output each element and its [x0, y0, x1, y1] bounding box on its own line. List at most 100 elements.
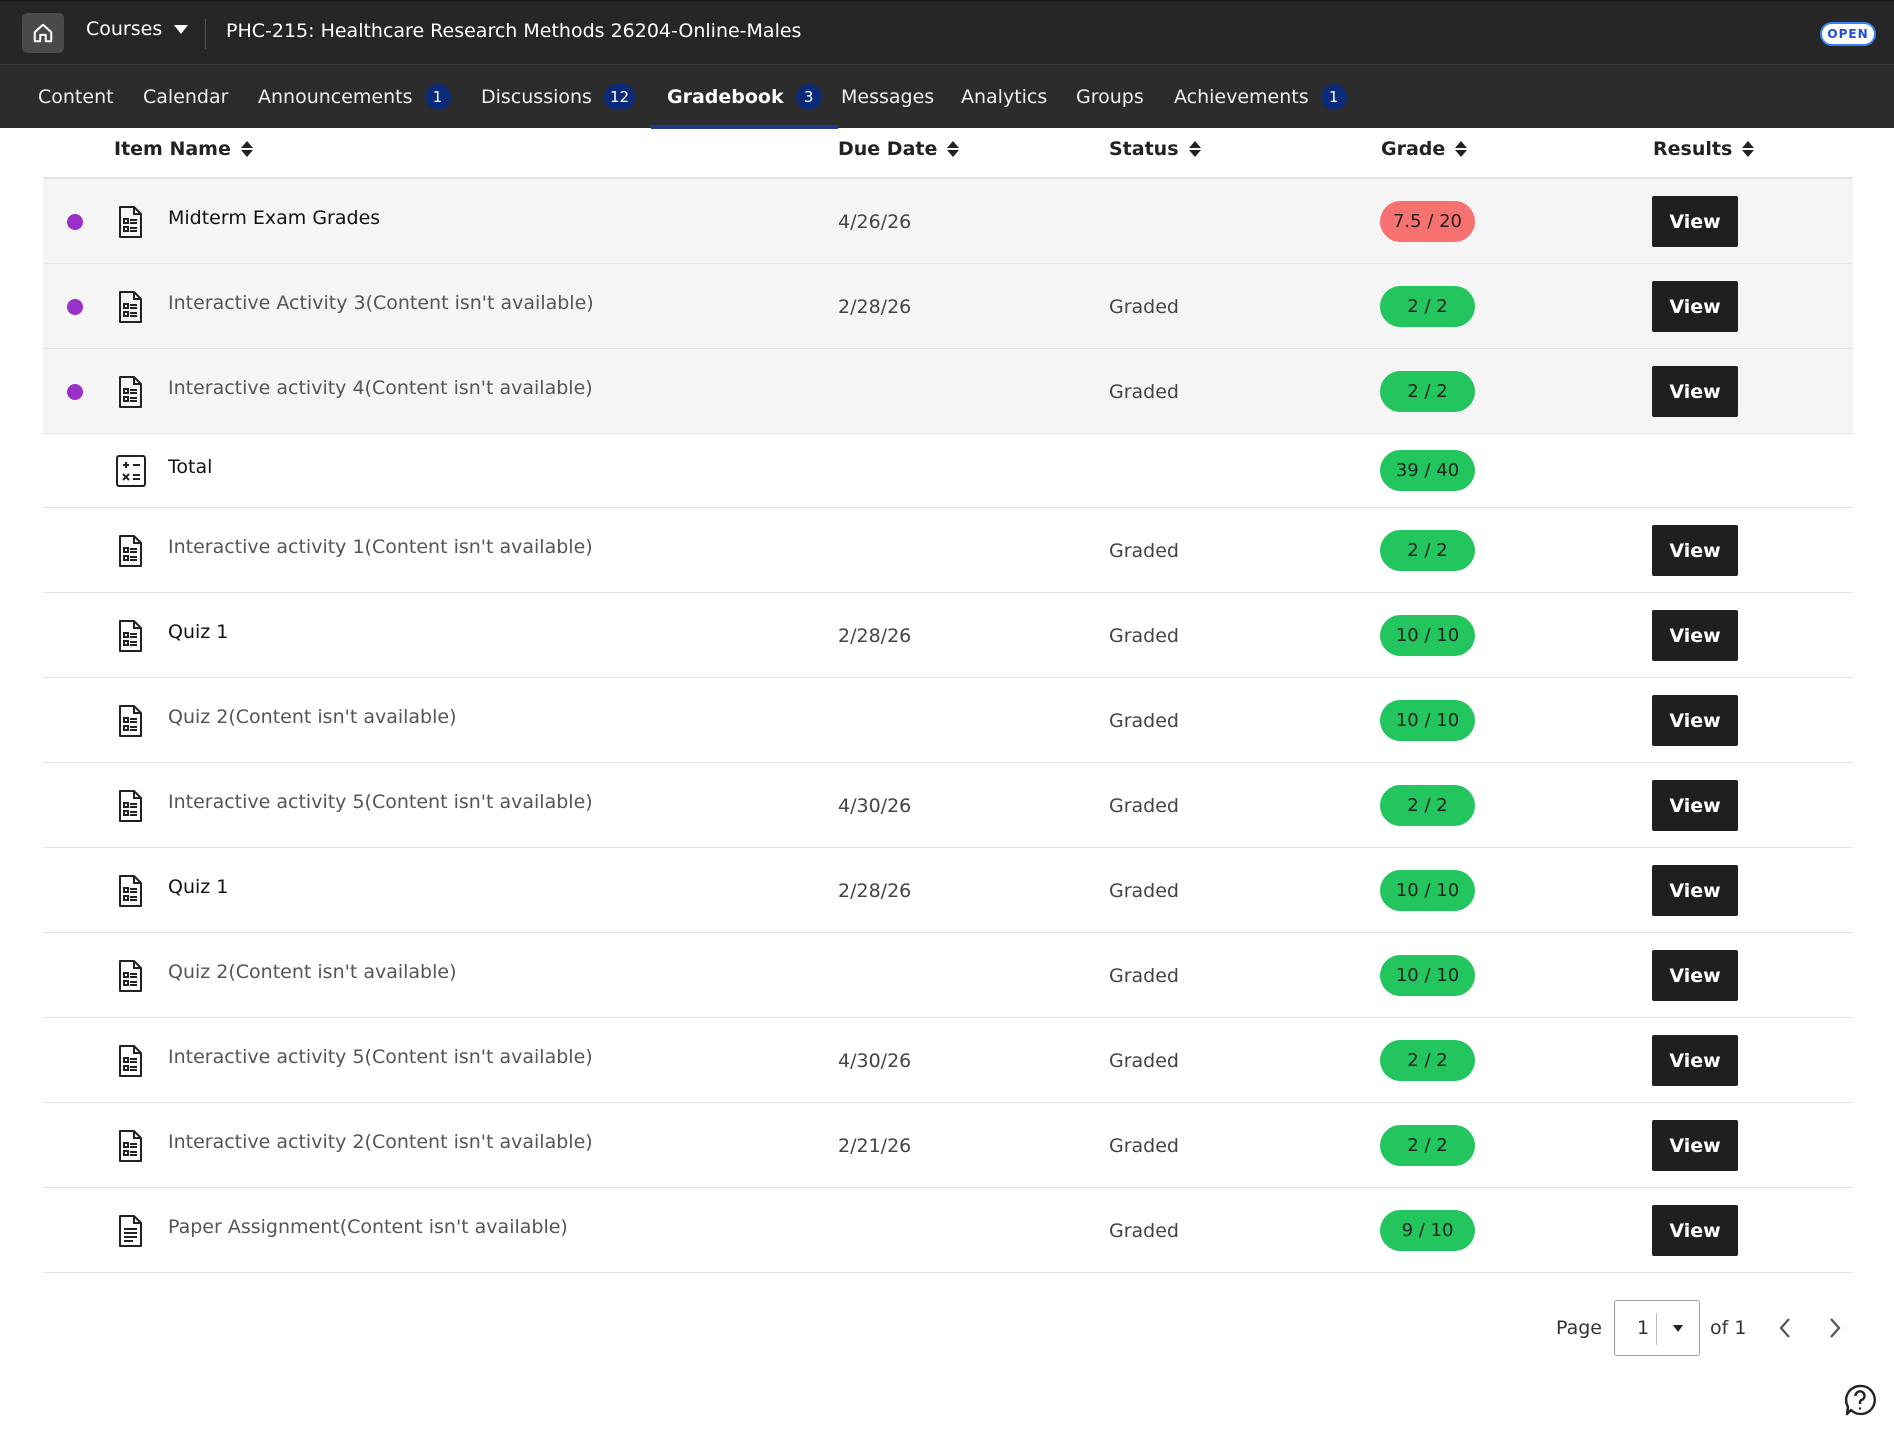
status-text: Graded	[1109, 381, 1179, 403]
view-button[interactable]: View	[1652, 780, 1738, 831]
chevron-down-icon	[1673, 1325, 1683, 1332]
courses-label: Courses	[86, 18, 163, 40]
tab-analytics[interactable]: Analytics	[961, 65, 1047, 129]
item-name[interactable]: Interactive activity 2(Content isn't ava…	[168, 1131, 593, 1153]
status-text: Graded	[1109, 710, 1179, 732]
next-page-button[interactable]	[1820, 1310, 1850, 1346]
page-count: of 1	[1710, 1317, 1747, 1339]
page-select[interactable]: 1	[1614, 1300, 1700, 1356]
chevron-left-icon	[1779, 1318, 1791, 1338]
status-text: Graded	[1109, 1135, 1179, 1157]
view-button[interactable]: View	[1652, 610, 1738, 661]
tab-label: Achievements	[1174, 86, 1309, 108]
tab-label: Gradebook	[667, 86, 784, 108]
item-name[interactable]: Midterm Exam Grades	[168, 207, 380, 229]
tab-label: Announcements	[258, 86, 413, 108]
count-badge: 12	[603, 84, 636, 110]
divider	[205, 19, 206, 49]
view-button[interactable]: View	[1652, 1035, 1738, 1086]
total-row: Total 39 / 40	[43, 434, 1853, 508]
view-button[interactable]: View	[1652, 196, 1738, 247]
tab-gradebook[interactable]: Gradebook 3	[651, 65, 838, 129]
table-row: Quiz 2(Content isn't available) Graded 10 …	[43, 933, 1853, 1018]
item-name[interactable]: Interactive activity 1(Content isn't ava…	[168, 536, 593, 558]
sort-icon	[240, 141, 253, 157]
item-name[interactable]: Interactive activity 4(Content isn't ava…	[168, 377, 593, 399]
grade-badge: 2 / 2	[1380, 1125, 1475, 1166]
view-button[interactable]: View	[1652, 525, 1738, 576]
tab-label: Analytics	[961, 86, 1048, 108]
view-button[interactable]: View	[1652, 1120, 1738, 1171]
tab-label: Discussions	[481, 86, 592, 108]
item-name[interactable]: Total	[168, 456, 212, 478]
table-body: Midterm Exam Grades 4/26/26 7.5 / 20 View In…	[43, 179, 1853, 1273]
document-icon	[115, 959, 145, 993]
grade-badge: 7.5 / 20	[1380, 201, 1475, 242]
header-results[interactable]: Results	[1653, 138, 1755, 160]
grade-badge: 9 / 10	[1380, 1210, 1475, 1251]
status-text: Graded	[1109, 1220, 1179, 1242]
document-icon	[115, 704, 145, 738]
tab-content[interactable]: Content	[38, 65, 114, 129]
due-date: 2/21/26	[838, 1135, 912, 1157]
tab-achievements[interactable]: Achievements 1	[1174, 65, 1347, 129]
document-icon	[115, 874, 145, 908]
item-name[interactable]: Interactive activity 5(Content isn't ava…	[168, 1046, 593, 1068]
view-button[interactable]: View	[1652, 950, 1738, 1001]
divider	[1656, 1313, 1657, 1345]
item-name[interactable]: Interactive Activity 3(Content isn't ava…	[168, 292, 594, 314]
due-date: 4/26/26	[838, 211, 912, 233]
header-grade[interactable]: Grade	[1381, 138, 1468, 160]
document-icon	[115, 789, 145, 823]
current-page: 1	[1637, 1317, 1650, 1339]
due-date: 2/28/26	[838, 296, 912, 318]
item-name[interactable]: Interactive activity 5(Content isn't ava…	[168, 791, 593, 813]
table-row: Quiz 1 2/28/26 Graded 10 / 10 View	[43, 848, 1853, 933]
document-icon	[115, 205, 145, 239]
tab-discussions[interactable]: Discussions 12	[481, 65, 636, 129]
view-button[interactable]: View	[1652, 366, 1738, 417]
table-row: Quiz 2(Content isn't available) Graded 10 …	[43, 678, 1853, 763]
tab-messages[interactable]: Messages	[841, 65, 934, 129]
grade-badge: 2 / 2	[1380, 530, 1475, 571]
status-text: Graded	[1109, 1050, 1179, 1072]
tab-calendar[interactable]: Calendar	[143, 65, 228, 129]
count-badge: 1	[424, 84, 451, 110]
sort-icon	[1455, 141, 1468, 157]
text-document-icon	[115, 1214, 145, 1248]
unread-indicator	[67, 299, 83, 315]
item-name[interactable]: Quiz 2(Content isn't available)	[168, 706, 457, 728]
tab-groups[interactable]: Groups	[1076, 65, 1144, 129]
item-name[interactable]: Quiz 2(Content isn't available)	[168, 961, 457, 983]
header-label: Item Name	[114, 138, 231, 160]
grade-badge: 10 / 10	[1380, 870, 1475, 911]
grade-badge: 10 / 10	[1380, 700, 1475, 741]
grade-badge: 2 / 2	[1380, 371, 1475, 412]
header-item-name[interactable]: Item Name	[114, 138, 253, 160]
tab-announcements[interactable]: Announcements 1	[258, 65, 451, 129]
view-button[interactable]: View	[1652, 695, 1738, 746]
item-name[interactable]: Quiz 1	[168, 621, 228, 643]
header-status[interactable]: Status	[1109, 138, 1201, 160]
view-button[interactable]: View	[1652, 1205, 1738, 1256]
unread-indicator	[67, 384, 83, 400]
status-text: Graded	[1109, 965, 1179, 987]
header-label: Grade	[1381, 138, 1446, 160]
item-name[interactable]: Quiz 1	[168, 876, 228, 898]
unread-indicator	[67, 214, 83, 230]
view-button[interactable]: View	[1652, 281, 1738, 332]
home-button[interactable]	[22, 13, 64, 53]
table-row: Interactive activity 4(Content isn't ava…	[43, 349, 1853, 434]
courses-dropdown[interactable]: Courses	[86, 18, 189, 40]
help-button[interactable]	[1843, 1383, 1877, 1417]
header-due-date[interactable]: Due Date	[838, 138, 960, 160]
view-button[interactable]: View	[1652, 865, 1738, 916]
tab-label: Calendar	[143, 86, 229, 108]
document-icon	[115, 375, 145, 409]
top-bar: Courses PHC-215: Healthcare Research Met…	[0, 0, 1894, 64]
course-nav: Content Calendar Announcements 1 Discussions…	[0, 64, 1894, 129]
previous-page-button[interactable]	[1770, 1310, 1800, 1346]
item-name[interactable]: Paper Assignment(Content isn't available…	[168, 1216, 568, 1238]
grade-badge: 2 / 2	[1380, 785, 1475, 826]
tab-label: Groups	[1076, 86, 1144, 108]
